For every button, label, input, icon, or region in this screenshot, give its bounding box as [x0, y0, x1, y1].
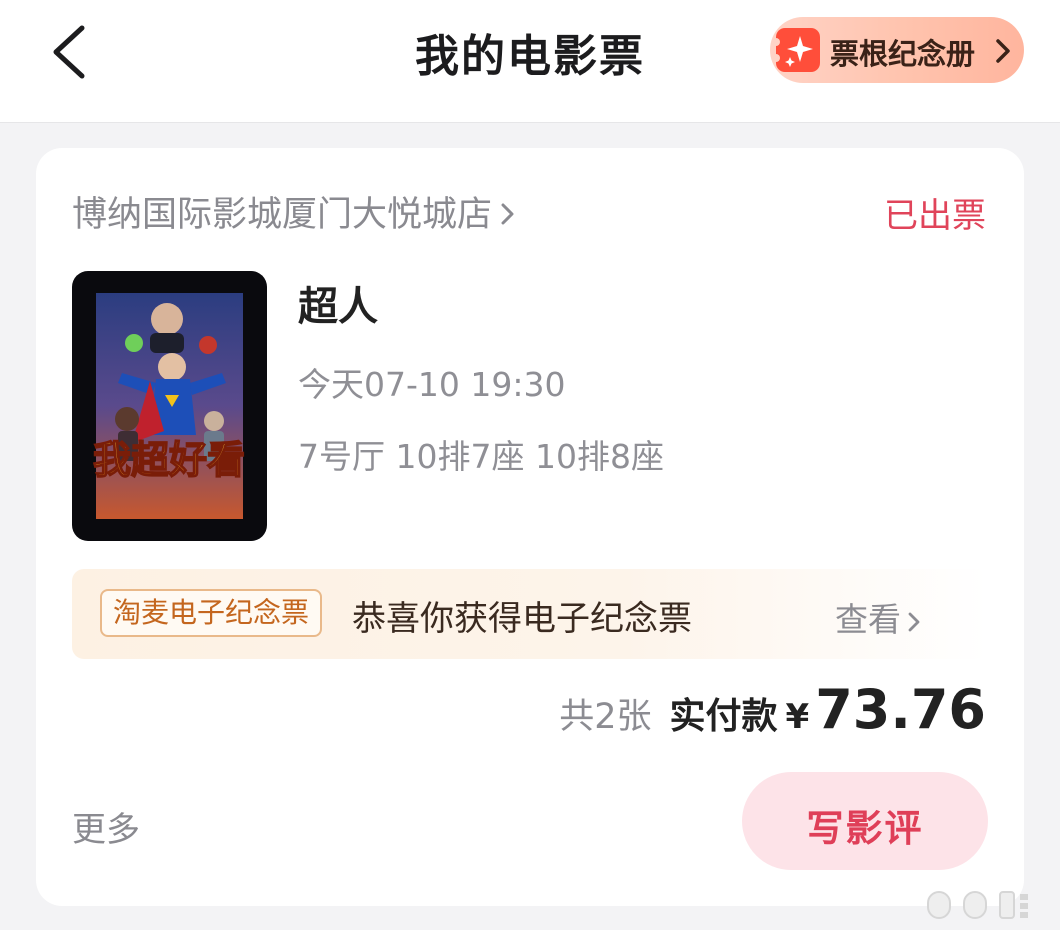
ticket-stub-album-button[interactable]: 票根纪念册 [770, 17, 1024, 83]
movie-title: 超人 [298, 284, 378, 330]
souvenir-badge: 淘麦电子纪念票 [100, 589, 323, 637]
chevron-right-icon [908, 612, 920, 631]
paid-label: 实付款 [669, 696, 778, 737]
ticket-count: 共2张 [559, 697, 652, 737]
currency-symbol: ¥ [785, 697, 810, 737]
ticket-status: 已出票 [884, 196, 986, 236]
chevron-right-icon [500, 196, 516, 236]
ticket-order-card: 博纳国际影城厦门大悦城店 已出票 我超好看 超人 今天07-10 19:30 7… [36, 148, 1024, 906]
write-review-label: 写影评 [806, 807, 924, 850]
movie-poster[interactable]: 我超好看 [72, 271, 267, 541]
e-souvenir-ticket-banner[interactable]: 淘麦电子纪念票 恭喜你获得电子纪念票 查看 [72, 569, 988, 659]
view-souvenir-link[interactable]: 查看 [835, 593, 921, 641]
seat-info: 7号厅 10排7座 10排8座 [298, 437, 664, 476]
view-label: 查看 [835, 600, 901, 639]
paid-amount: 73.76 [815, 678, 986, 741]
chevron-right-icon [995, 38, 1011, 68]
poster-caption: 我超好看 [93, 438, 245, 482]
showtime: 今天07-10 19:30 [298, 365, 566, 404]
watermark-icon [924, 888, 1048, 926]
ticket-stub-album-label: 票根纪念册 [830, 37, 976, 71]
ticket-sparkle-icon [772, 24, 826, 80]
cinema-link[interactable]: 博纳国际影城厦门大悦城店 [72, 186, 516, 237]
payment-summary: 共2张 实付款 ¥73.76 [559, 678, 986, 741]
cinema-name: 博纳国际影城厦门大悦城店 [72, 195, 493, 235]
write-review-button[interactable]: 写影评 [742, 772, 988, 870]
souvenir-message: 恭喜你获得电子纪念票 [352, 599, 692, 639]
more-button[interactable]: 更多 [72, 802, 140, 851]
header: 我的电影票 票根纪念册 [0, 0, 1060, 123]
